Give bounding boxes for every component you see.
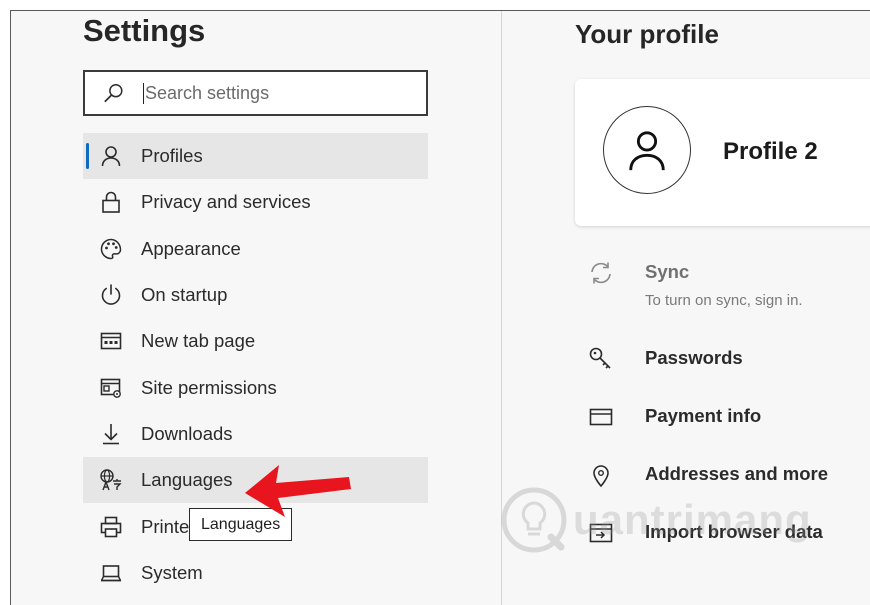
profile-section-title: Your profile xyxy=(575,19,719,49)
sync-label: Sync xyxy=(645,261,690,282)
location-pin-icon xyxy=(587,461,615,489)
settings-window: Settings Profiles Privacy and services A… xyxy=(10,10,870,605)
import-data-label: Import browser data xyxy=(645,521,823,542)
sidebar-item-label: Appearance xyxy=(141,237,241,259)
sidebar-item-system[interactable]: System xyxy=(83,550,428,596)
sidebar-item-downloads[interactable]: Downloads xyxy=(83,411,428,457)
search-icon xyxy=(103,82,125,104)
languages-icon xyxy=(99,468,123,492)
sidebar-item-label: New tab page xyxy=(141,330,256,352)
sidebar-item-site-permissions[interactable]: Site permissions xyxy=(83,364,428,410)
sync-item[interactable]: Sync To turn on sync, sign in. xyxy=(587,259,803,309)
avatar xyxy=(603,106,691,194)
addresses-item[interactable]: Addresses and more xyxy=(587,461,828,489)
sync-icon xyxy=(587,259,615,287)
sidebar-item-label: Languages xyxy=(141,469,233,491)
sidebar-item-profiles[interactable]: Profiles xyxy=(83,133,428,180)
search-input[interactable] xyxy=(143,82,405,104)
profile-card[interactable]: Profile 2 xyxy=(575,79,870,226)
new-tab-icon xyxy=(99,329,123,353)
sidebar-item-label: Site permissions xyxy=(141,376,277,398)
passwords-label: Passwords xyxy=(645,347,743,368)
person-icon xyxy=(629,131,665,171)
passwords-item[interactable]: Passwords xyxy=(587,345,743,373)
person-icon xyxy=(99,144,123,168)
sidebar-item-new-tab-page[interactable]: New tab page xyxy=(83,318,428,364)
sidebar-item-on-startup[interactable]: On startup xyxy=(83,272,428,318)
key-icon xyxy=(587,345,615,373)
column-divider xyxy=(501,11,502,605)
lightbulb-logo-icon xyxy=(501,487,567,553)
sidebar-item-privacy[interactable]: Privacy and services xyxy=(83,179,428,225)
palette-icon xyxy=(99,237,123,261)
power-icon xyxy=(99,283,123,307)
search-box[interactable] xyxy=(83,70,428,116)
sidebar-item-label: System xyxy=(141,561,203,583)
sidebar-item-label: Privacy and services xyxy=(141,191,311,213)
sidebar-item-label: Downloads xyxy=(141,422,233,444)
payment-info-item[interactable]: Payment info xyxy=(587,403,761,431)
card-icon xyxy=(587,403,615,431)
sidebar-item-label: Profiles xyxy=(141,145,203,167)
profile-name: Profile 2 xyxy=(723,138,818,165)
download-icon xyxy=(99,422,123,446)
page-title: Settings xyxy=(83,13,206,48)
laptop-icon xyxy=(99,561,123,585)
addresses-label: Addresses and more xyxy=(645,463,829,484)
lock-icon xyxy=(99,190,123,214)
sync-description: To turn on sync, sign in. xyxy=(645,292,803,309)
sidebar-item-appearance[interactable]: Appearance xyxy=(83,226,428,272)
import-data-item[interactable]: Import browser data xyxy=(587,519,823,547)
payment-info-label: Payment info xyxy=(645,405,762,426)
printer-icon xyxy=(99,515,123,539)
site-permissions-icon xyxy=(99,376,123,400)
red-arrow-annotation xyxy=(245,465,351,517)
import-icon xyxy=(587,519,615,547)
sidebar-item-label: On startup xyxy=(141,284,228,306)
